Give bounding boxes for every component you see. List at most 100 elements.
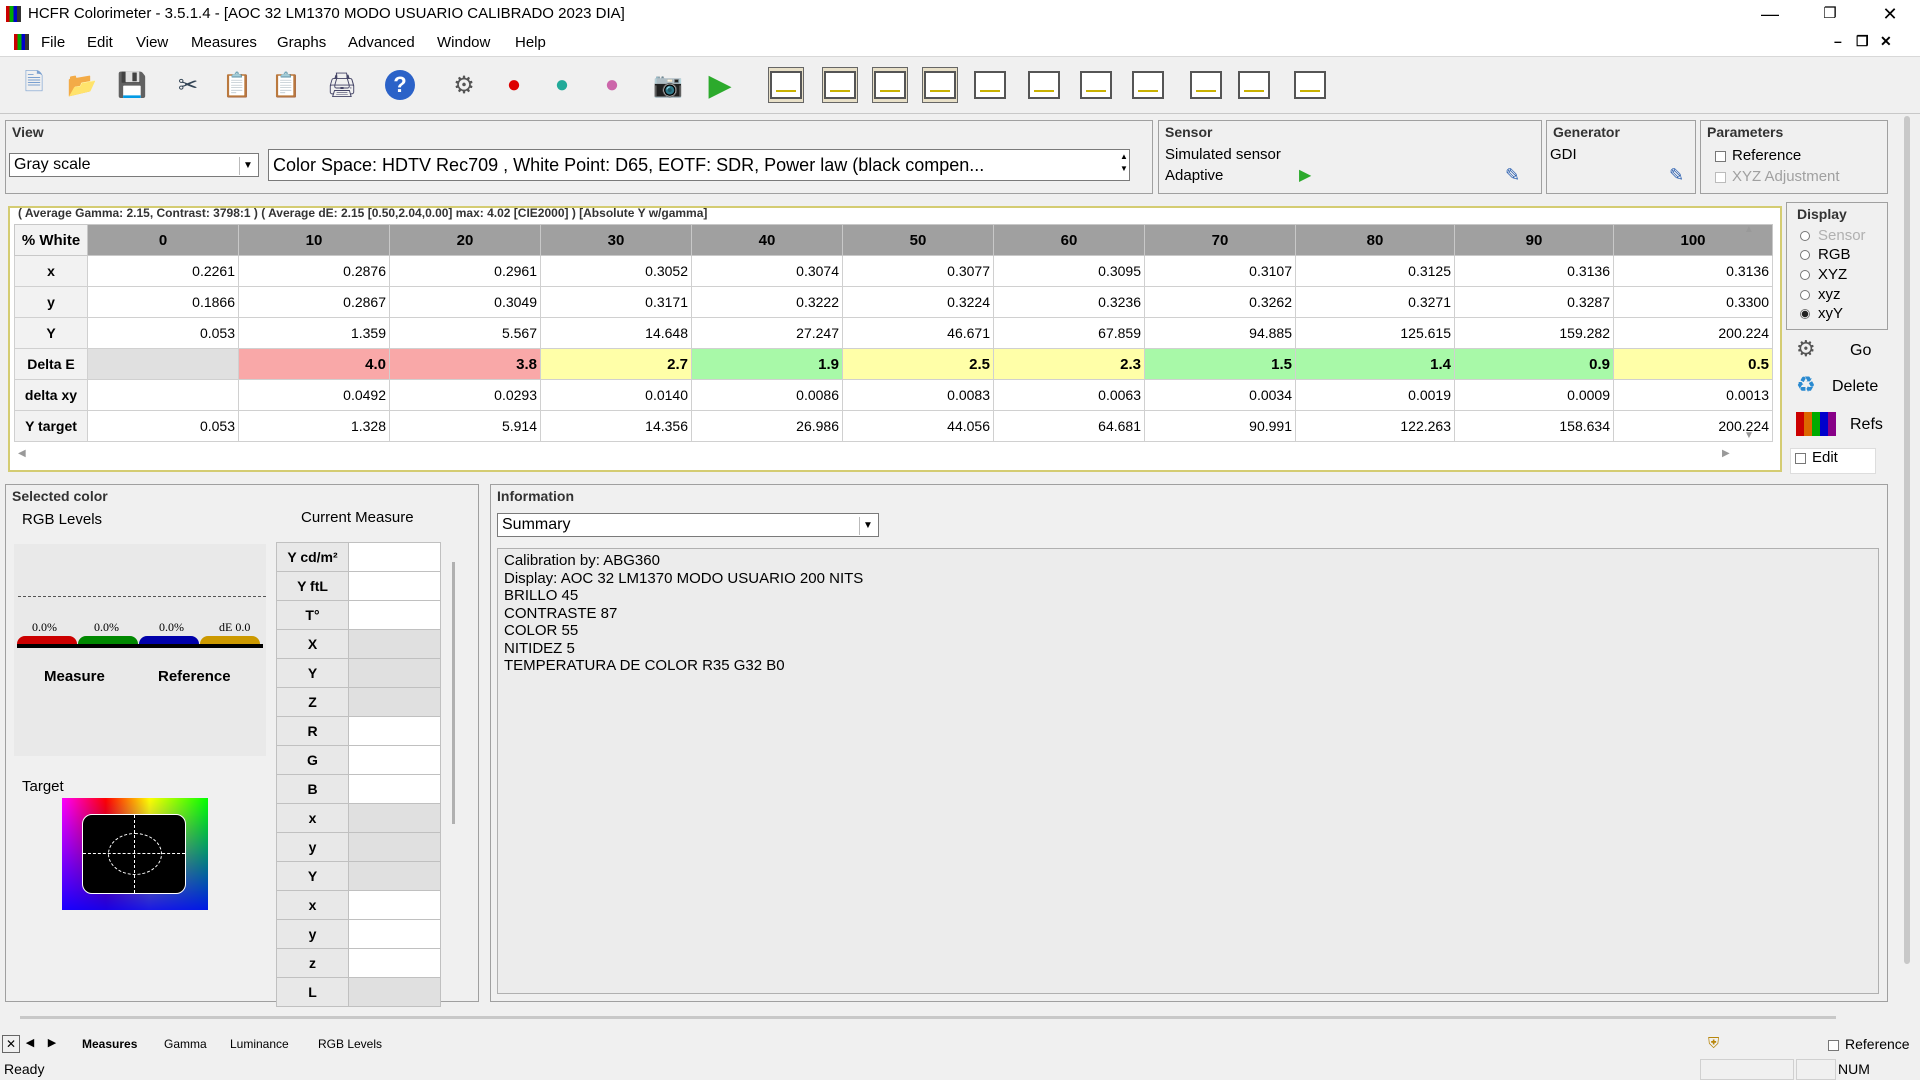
column-header[interactable]: 10 — [238, 224, 390, 256]
table-cell[interactable]: 1.5 — [1144, 348, 1296, 380]
table-cell[interactable]: 2.3 — [993, 348, 1145, 380]
table-cell[interactable]: 0.3107 — [1144, 255, 1296, 287]
copy-icon[interactable]: 📋 — [219, 67, 255, 103]
display-option-xyy[interactable]: xyY — [1800, 305, 1843, 322]
table-cell[interactable]: 0.3271 — [1295, 286, 1455, 318]
table-cell[interactable]: 0.3222 — [691, 286, 843, 318]
column-header[interactable]: 20 — [389, 224, 541, 256]
mdi-close-icon[interactable]: ✕ — [1880, 33, 1892, 50]
cie-chart-view-icon[interactable] — [1026, 67, 1062, 103]
table-cell[interactable]: 200.224 — [1613, 317, 1773, 349]
print-icon[interactable]: 🖨 — [324, 67, 360, 103]
menu-graphs[interactable]: Graphs — [277, 34, 326, 51]
menu-measures[interactable]: Measures — [191, 34, 257, 51]
menu-file[interactable]: File — [41, 34, 65, 51]
secondaries-icon[interactable]: ● — [544, 67, 580, 103]
menu-window[interactable]: Window — [437, 34, 490, 51]
column-header[interactable]: 60 — [993, 224, 1145, 256]
table-cell[interactable]: 0.9 — [1454, 348, 1614, 380]
table-cell[interactable]: 46.671 — [842, 317, 994, 349]
rgb-levels-view-icon[interactable] — [922, 67, 958, 103]
help-icon[interactable]: ? — [382, 67, 418, 103]
table-cell[interactable]: 0.0063 — [993, 379, 1145, 411]
play-icon[interactable]: ▶ — [1299, 165, 1311, 185]
tab-rgb-levels[interactable]: RGB Levels — [318, 1037, 382, 1051]
scroll-left-icon[interactable]: ◀ — [18, 448, 26, 459]
sensor-icon[interactable]: ⚙ — [446, 67, 482, 103]
configure-generator-icon[interactable]: ✎ — [1669, 165, 1684, 186]
table-cell[interactable]: 0.2961 — [389, 255, 541, 287]
paste-icon[interactable]: 📋 — [268, 67, 304, 103]
table-cell[interactable]: 0.3136 — [1613, 255, 1773, 287]
menu-help[interactable]: Help — [515, 34, 546, 51]
menu-edit[interactable]: Edit — [87, 34, 113, 51]
table-cell[interactable]: 0.3049 — [389, 286, 541, 318]
view-mode-select[interactable]: Gray scale ▼ — [9, 153, 259, 177]
table-cell[interactable]: 0.3077 — [842, 255, 994, 287]
save-icon[interactable]: 💾 — [114, 67, 150, 103]
rgb-histogram-view-icon[interactable] — [1188, 67, 1224, 103]
restore-button[interactable]: ❐ — [1800, 0, 1860, 29]
table-cell[interactable] — [87, 348, 239, 380]
table-cell[interactable]: 0.2867 — [238, 286, 390, 318]
display-option-sensor[interactable]: Sensor — [1800, 227, 1866, 244]
table-cell[interactable]: 0.1866 — [87, 286, 239, 318]
display-option-xyz-lower[interactable]: xyz — [1800, 286, 1841, 303]
table-cell[interactable]: 4.0 — [238, 348, 390, 380]
table-cell[interactable]: 0.053 — [87, 410, 239, 442]
status-reference-checkbox[interactable]: Reference — [1828, 1036, 1910, 1052]
display-option-rgb[interactable]: RGB — [1800, 246, 1851, 263]
table-cell[interactable]: 0.3300 — [1613, 286, 1773, 318]
multi-graph-view-icon[interactable] — [1292, 67, 1328, 103]
table-cell[interactable]: 0.5 — [1613, 348, 1773, 380]
tab-prev-icon[interactable]: ◀ — [22, 1035, 38, 1051]
table-cell[interactable]: 94.885 — [1144, 317, 1296, 349]
table-cell[interactable]: 26.986 — [691, 410, 843, 442]
table-cell[interactable]: 2.7 — [540, 348, 692, 380]
edit-checkbox[interactable]: Edit — [1790, 448, 1876, 474]
close-tab-icon[interactable]: ✕ — [2, 1035, 20, 1053]
tab-luminance[interactable]: Luminance — [230, 1037, 289, 1051]
spin-icon[interactable]: ▲ ▼ — [1120, 151, 1128, 175]
table-cell[interactable]: 5.914 — [389, 410, 541, 442]
table-cell[interactable]: 0.3125 — [1295, 255, 1455, 287]
horizontal-scrollbar[interactable] — [20, 1016, 1836, 1019]
chevron-down-icon[interactable]: ▼ — [859, 517, 876, 535]
main-scrollbar[interactable] — [1904, 116, 1910, 964]
table-cell[interactable]: 67.859 — [993, 317, 1145, 349]
table-cell[interactable]: 122.263 — [1295, 410, 1455, 442]
go-button[interactable]: ⚙ Go — [1790, 334, 1880, 368]
column-header[interactable]: 30 — [540, 224, 692, 256]
table-cell[interactable]: 44.056 — [842, 410, 994, 442]
refs-button[interactable]: Refs — [1790, 408, 1883, 442]
color-temp-view-icon[interactable] — [972, 67, 1008, 103]
minimize-button[interactable]: — — [1740, 0, 1800, 29]
table-cell[interactable]: 1.9 — [691, 348, 843, 380]
new-icon[interactable]: 🗎 — [16, 67, 52, 103]
column-header[interactable]: 50 — [842, 224, 994, 256]
table-cell[interactable]: 0.0019 — [1295, 379, 1455, 411]
column-header[interactable]: 70 — [1144, 224, 1296, 256]
play-icon[interactable]: ▶ — [702, 67, 738, 103]
table-cell[interactable]: 158.634 — [1454, 410, 1614, 442]
column-header[interactable]: 80 — [1295, 224, 1455, 256]
camera-icon[interactable]: 📷 — [650, 67, 686, 103]
luminance-view-icon[interactable] — [872, 67, 908, 103]
open-icon[interactable]: 📂 — [64, 67, 100, 103]
tab-gamma[interactable]: Gamma — [164, 1037, 207, 1051]
table-cell[interactable]: 0.0293 — [389, 379, 541, 411]
mdi-minimize-icon[interactable]: – — [1834, 33, 1842, 49]
xyz-adjustment-checkbox[interactable]: XYZ Adjustment — [1715, 168, 1840, 185]
column-header[interactable]: 0 — [87, 224, 239, 256]
mdi-restore-icon[interactable]: ❐ — [1856, 33, 1869, 50]
table-cell[interactable]: 0.0083 — [842, 379, 994, 411]
table-cell[interactable]: 0.3262 — [1144, 286, 1296, 318]
table-cell[interactable]: 125.615 — [1295, 317, 1455, 349]
spectrum-view-icon[interactable] — [1236, 67, 1272, 103]
table-cell[interactable] — [87, 379, 239, 411]
measure-scrollbar[interactable] — [452, 562, 455, 824]
display-option-xyz[interactable]: XYZ — [1800, 266, 1847, 283]
column-header[interactable]: 40 — [691, 224, 843, 256]
table-cell[interactable]: 14.356 — [540, 410, 692, 442]
color-patches-icon[interactable]: ● — [594, 67, 630, 103]
